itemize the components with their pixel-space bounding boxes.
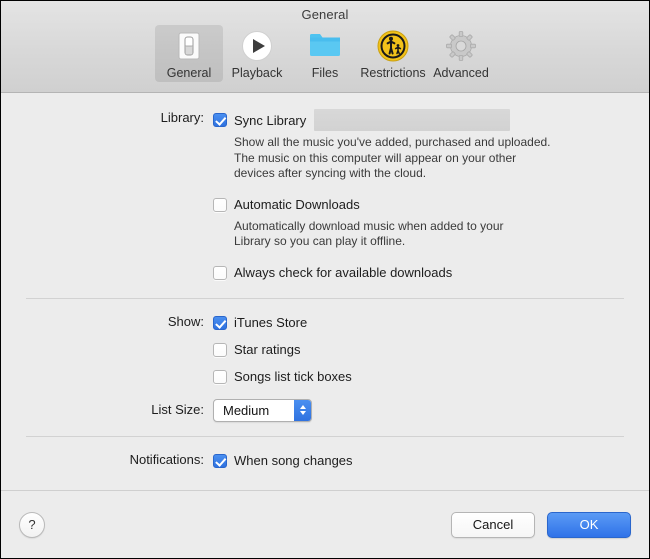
- preferences-window: General General Playback Files Restricti…: [0, 0, 650, 559]
- dialog-footer: ? Cancel OK: [1, 490, 649, 558]
- when-song-changes-checkbox-row[interactable]: When song changes: [213, 451, 631, 471]
- songs-list-tick-boxes-label: Songs list tick boxes: [234, 369, 352, 384]
- chevron-updown-icon: [294, 399, 311, 421]
- list-size-label: List Size:: [151, 402, 204, 417]
- star-ratings-label: Star ratings: [234, 342, 301, 357]
- sync-library-checkbox[interactable]: [213, 113, 227, 127]
- notifications-label: Notifications:: [129, 451, 204, 467]
- star-ratings-checkbox[interactable]: [213, 342, 227, 357]
- toolbar-item-label: General: [166, 66, 212, 80]
- sync-library-checkbox-row[interactable]: Sync Library: [213, 109, 631, 131]
- show-itunes-store-checkbox-row[interactable]: iTunes Store: [213, 313, 631, 333]
- toolbar-item-general[interactable]: General: [155, 25, 223, 82]
- toolbar-item-advanced[interactable]: Advanced: [427, 25, 495, 82]
- toolbar-item-restrictions[interactable]: Restrictions: [359, 25, 427, 82]
- show-songs-tick-boxes-checkbox-row[interactable]: Songs list tick boxes: [213, 367, 631, 387]
- play-circle-icon: [240, 29, 274, 63]
- automatic-downloads-checkbox-row[interactable]: Automatic Downloads: [213, 195, 631, 215]
- parental-controls-icon: [376, 29, 410, 63]
- notifications-row: Notifications: When song changes: [1, 451, 649, 471]
- library-row: Library: Sync Library Show all the music…: [1, 109, 649, 283]
- list-size-value: Medium: [223, 402, 270, 418]
- preferences-toolbar: General Playback Files Restrictions Adva…: [1, 25, 649, 82]
- when-song-changes-label: When song changes: [234, 453, 353, 468]
- toolbar-item-label: Playback: [231, 66, 283, 80]
- cancel-button[interactable]: Cancel: [451, 511, 535, 538]
- toolbar-item-playback[interactable]: Playback: [223, 25, 291, 82]
- gear-icon: [444, 29, 478, 63]
- automatic-downloads-checkbox[interactable]: [213, 197, 227, 212]
- automatic-downloads-help-text: Automatically download music when added …: [234, 218, 504, 249]
- itunes-store-label: iTunes Store: [234, 315, 308, 330]
- window-titlebar: General General Playback Files Restricti…: [1, 1, 649, 93]
- list-size-popup-button[interactable]: Medium: [213, 398, 312, 422]
- toolbar-item-label: Files: [311, 66, 339, 80]
- always-check-downloads-label: Always check for available downloads: [234, 265, 453, 280]
- redacted-account-field: [314, 109, 511, 131]
- sync-library-label: Sync Library: [234, 112, 307, 128]
- sync-library-help-text: Show all the music you've added, purchas…: [234, 135, 551, 180]
- show-star-ratings-checkbox-row[interactable]: Star ratings: [213, 340, 631, 360]
- itunes-store-checkbox[interactable]: [213, 315, 227, 330]
- always-check-downloads-checkbox[interactable]: [213, 265, 227, 280]
- help-button[interactable]: ?: [19, 511, 45, 538]
- toolbar-item-label: Advanced: [433, 66, 489, 80]
- library-label: Library:: [160, 110, 204, 125]
- automatic-downloads-label: Automatic Downloads: [234, 197, 360, 212]
- preferences-content: Library: Sync Library Show all the music…: [1, 93, 649, 490]
- show-section: Show: iTunes Store Star ratings Songs li…: [1, 299, 649, 422]
- folder-icon: [308, 29, 342, 63]
- library-section: Library: Sync Library Show all the music…: [1, 93, 649, 283]
- songs-list-tick-boxes-checkbox[interactable]: [213, 369, 227, 384]
- window-title: General: [301, 7, 349, 22]
- notifications-section: Notifications: When song changes: [1, 437, 649, 471]
- always-check-downloads-checkbox-row[interactable]: Always check for available downloads: [213, 263, 631, 283]
- show-row: Show: iTunes Store Star ratings Songs li…: [1, 313, 649, 387]
- when-song-changes-checkbox[interactable]: [213, 453, 227, 468]
- toolbar-item-files[interactable]: Files: [291, 25, 359, 82]
- ok-button[interactable]: OK: [547, 511, 631, 538]
- list-size-row: List Size: Medium: [1, 398, 649, 422]
- toolbar-item-label: Restrictions: [360, 66, 426, 80]
- toggle-switch-icon: [172, 29, 206, 63]
- show-label: Show:: [167, 313, 204, 329]
